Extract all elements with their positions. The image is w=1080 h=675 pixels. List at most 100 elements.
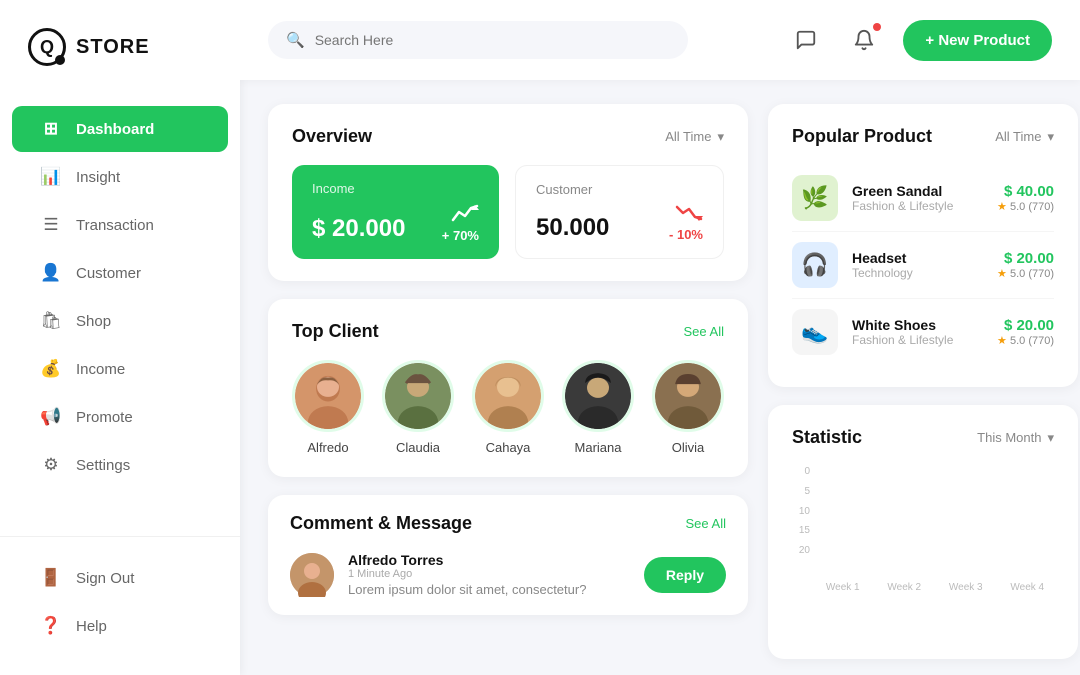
search-input[interactable] [315,32,670,48]
price-rating-1: ★ 5.0 (770) [997,267,1054,280]
customer-label: Customer [536,182,703,197]
sidebar-item-help[interactable]: ❓ Help [12,603,228,649]
sidebar-item-insight[interactable]: 📊 Insight [12,154,228,200]
messages-button[interactable] [787,21,825,59]
customer-value-row: 50.000 - 10% [536,203,703,242]
avatar-mariana [562,360,634,432]
settings-icon: ⚙ [40,455,62,475]
income-icon: 💰 [40,359,62,379]
client-item-cahaya[interactable]: Cahaya [472,360,544,455]
comment-card: Comment & Message See All Alfredo Torres… [268,495,748,615]
statistic-title: Statistic [792,427,862,448]
x-label-week4: Week 4 [1001,582,1055,593]
left-panel: Overview All Time ▾ Income $ 20.000 [268,104,748,659]
sidebar-item-settings[interactable]: ⚙ Settings [12,442,228,488]
sidebar-bottom: 🚪 Sign Out ❓ Help [0,536,240,675]
bars-container [816,466,1054,576]
chevron-down-icon-2: ▾ [1047,129,1054,145]
client-item-alfredo[interactable]: Alfredo [292,360,364,455]
client-name-mariana: Mariana [575,440,622,455]
statistic-header: Statistic This Month ▾ [792,427,1054,448]
popular-product-title: Popular Product [792,126,932,147]
chevron-down-icon: ▾ [717,129,724,145]
customer-change: - 10% [669,227,703,242]
messages-icon [795,29,817,51]
product-item-1[interactable]: 🎧 Headset Technology $ 20.00 ★ 5.0 (770) [792,232,1054,299]
search-bar[interactable]: 🔍 [268,21,688,59]
sidebar-item-customer[interactable]: 👤 Customer [12,250,228,296]
overview-card: Overview All Time ▾ Income $ 20.000 [268,104,748,281]
customer-stat-card: Customer 50.000 - 10% [515,165,724,259]
popular-product-filter[interactable]: All Time ▾ [995,129,1054,145]
reply-button[interactable]: Reply [644,557,726,593]
star-icon-0: ★ [997,201,1007,213]
comment-avatar [290,553,334,597]
overview-filter[interactable]: All Time ▾ [665,129,724,145]
price-value-1: $ 20.00 [997,250,1054,267]
sidebar-label-signout: Sign Out [76,570,134,587]
chart-area: 20 15 10 5 0 [792,466,1054,593]
help-icon: ❓ [40,616,62,636]
product-category-2: Fashion & Lifestyle [852,333,983,347]
sidebar-item-transaction[interactable]: ☰ Transaction [12,202,228,248]
insight-icon: 📊 [40,167,62,187]
price-rating-0: ★ 5.0 (770) [997,200,1054,213]
statistic-card: Statistic This Month ▾ 20 15 10 5 0 [768,405,1078,659]
popular-product-filter-label: All Time [995,129,1041,144]
client-item-mariana[interactable]: Mariana [562,360,634,455]
income-change: + 70% [442,228,479,243]
star-icon-1: ★ [997,268,1007,280]
income-stat-card: Income $ 20.000 + 70% [292,165,499,259]
dashboard-icon: ⊞ [40,119,62,139]
sidebar-item-income[interactable]: 💰 Income [12,346,228,392]
y-label-20: 20 [792,545,810,556]
top-client-see-all[interactable]: See All [684,324,724,339]
sidebar-label-dashboard: Dashboard [76,121,154,138]
content-area: Overview All Time ▾ Income $ 20.000 [240,80,1080,675]
x-label-week2: Week 2 [878,582,932,593]
product-info-0: Green Sandal Fashion & Lifestyle [852,183,983,213]
client-item-olivia[interactable]: Olivia [652,360,724,455]
product-item-2[interactable]: 👟 White Shoes Fashion & Lifestyle $ 20.0… [792,299,1054,365]
brand-name: STORE [76,36,150,59]
avatar-cahaya [472,360,544,432]
right-panel: Popular Product All Time ▾ 🌿 Green Sanda… [768,104,1078,659]
top-client-title: Top Client [292,321,379,342]
notification-badge [873,23,881,31]
overview-filter-label: All Time [665,129,711,144]
sidebar: Q STORE ⊞ Dashboard 📊 Insight ☰ Transact… [0,0,240,675]
product-name-2: White Shoes [852,317,983,333]
y-label-10: 10 [792,506,810,517]
product-item-0[interactable]: 🌿 Green Sandal Fashion & Lifestyle $ 40.… [792,165,1054,232]
client-name-olivia: Olivia [672,440,705,455]
client-item-claudia[interactable]: Claudia [382,360,454,455]
product-price-2: $ 20.00 ★ 5.0 (770) [997,317,1054,347]
product-category-1: Technology [852,266,983,280]
logo-icon: Q [28,28,66,66]
notifications-button[interactable] [845,21,883,59]
product-name-1: Headset [852,250,983,266]
sidebar-item-shop[interactable]: 🛍 Shop [12,298,228,344]
customer-icon: 👤 [40,263,62,283]
sidebar-label-settings: Settings [76,457,130,474]
sidebar-item-signout[interactable]: 🚪 Sign Out [12,555,228,601]
new-product-label: + New Product [925,32,1030,49]
price-rating-2: ★ 5.0 (770) [997,334,1054,347]
topbar: 🔍 + New Product [240,0,1080,80]
sidebar-item-dashboard[interactable]: ⊞ Dashboard [12,106,228,152]
product-thumb-0: 🌿 [792,175,838,221]
statistic-filter-label: This Month [977,430,1041,445]
x-labels: Week 1 Week 2 Week 3 Week 4 [816,582,1054,593]
client-name-cahaya: Cahaya [486,440,531,455]
overview-title: Overview [292,126,372,147]
statistic-filter[interactable]: This Month ▾ [977,430,1054,446]
top-client-header: Top Client See All [292,321,724,342]
comment-see-all[interactable]: See All [686,516,726,531]
main-content: 🔍 + New Product [240,0,1080,675]
new-product-button[interactable]: + New Product [903,20,1052,61]
chart-body: Week 1 Week 2 Week 3 Week 4 [816,466,1054,593]
customer-trend-icon [675,203,703,223]
topbar-actions: + New Product [787,20,1052,61]
sidebar-item-promote[interactable]: 📢 Promote [12,394,228,440]
shop-icon: 🛍 [40,311,62,331]
